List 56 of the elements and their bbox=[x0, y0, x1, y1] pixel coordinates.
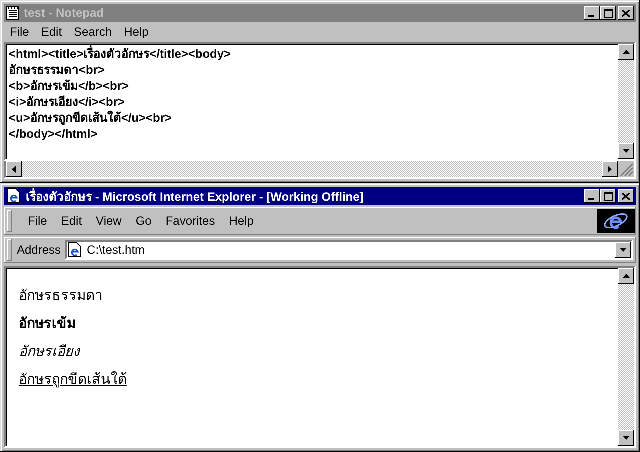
code-line: </body></html> bbox=[9, 126, 99, 142]
page-text: อักษรเข้ม bbox=[19, 316, 76, 332]
down-arrow-icon bbox=[622, 149, 630, 153]
right-arrow-icon bbox=[608, 166, 612, 172]
down-arrow-icon bbox=[622, 436, 630, 440]
left-arrow-icon bbox=[12, 166, 16, 172]
maximize-icon bbox=[604, 192, 612, 200]
menu-item[interactable]: Favorites bbox=[158, 214, 222, 228]
menu-item[interactable]: File bbox=[4, 25, 36, 39]
scroll-up-button[interactable] bbox=[618, 44, 634, 60]
code-line: อักษรธรรมดา<br> bbox=[9, 62, 106, 78]
page-text: อักษรเอียง bbox=[19, 344, 80, 360]
caret-icon bbox=[620, 248, 626, 252]
scroll-down-button[interactable] bbox=[618, 430, 634, 446]
horizontal-scrollbar[interactable] bbox=[6, 161, 618, 177]
minimize-button[interactable] bbox=[584, 6, 600, 20]
close-button[interactable] bbox=[618, 6, 634, 20]
dropdown-button[interactable] bbox=[615, 242, 631, 258]
scroll-up-button[interactable] bbox=[618, 268, 634, 284]
address-field[interactable]: C:\test.htm bbox=[65, 240, 633, 260]
document-icon bbox=[67, 242, 84, 258]
address-label: Address bbox=[16, 243, 62, 257]
maximize-icon bbox=[604, 8, 612, 18]
menu-item[interactable]: Help bbox=[118, 25, 155, 39]
scroll-down-button[interactable] bbox=[618, 143, 634, 159]
scroll-right-button[interactable] bbox=[602, 161, 618, 177]
menu-item[interactable]: Go bbox=[128, 214, 159, 228]
menu-item[interactable]: Search bbox=[68, 25, 118, 39]
menu-item[interactable]: Help bbox=[222, 214, 261, 228]
menu-item[interactable]: Edit bbox=[54, 214, 90, 228]
notepad-icon bbox=[6, 5, 20, 21]
maximize-button[interactable] bbox=[600, 6, 616, 20]
menu-item[interactable]: View bbox=[89, 214, 129, 228]
close-button[interactable] bbox=[618, 189, 634, 203]
document-icon bbox=[6, 188, 22, 204]
minimize-button[interactable] bbox=[584, 189, 600, 203]
text-editor[interactable]: <html><title>เรื่องตัวอักษร</title><body> อักษรธรรมดา<br> <b>อักษรเข้ม</b><br> <i>อักษรเอียง</i><br> <u>อักษรถูกขีดเส้นใต้</u><br> </body></html> bbox=[4, 42, 636, 161]
menu-item[interactable]: File bbox=[21, 214, 54, 228]
close-icon bbox=[622, 10, 630, 16]
resize-grip-icon[interactable] bbox=[618, 161, 634, 177]
up-arrow-icon bbox=[622, 50, 630, 54]
page-text: อักษรถูกขีดเส้นใต้ bbox=[19, 372, 127, 388]
up-arrow-icon bbox=[622, 274, 630, 278]
close-icon bbox=[622, 192, 630, 200]
code-line: <html><title>เรื่องตัวอักษร</title><body> bbox=[9, 46, 232, 62]
code-line: <b>อักษรเข้ม</b><br> bbox=[9, 78, 130, 94]
vertical-scrollbar[interactable] bbox=[618, 44, 634, 159]
code-line: <u>อักษรถูกขีดเส้นใต้</u><br> bbox=[9, 110, 174, 126]
window-title: test - Notepad bbox=[24, 6, 106, 20]
menu-item[interactable]: Edit bbox=[35, 25, 68, 39]
window-title: เรื่องตัวอักษร - Microsoft Internet Explorer - [Working Offline] bbox=[26, 187, 365, 206]
code-line: <i>อักษรเอียง</i><br> bbox=[9, 94, 126, 110]
scroll-left-button[interactable] bbox=[6, 161, 22, 177]
maximize-button[interactable] bbox=[600, 189, 616, 203]
page-text: อักษรธรรมดา bbox=[19, 288, 103, 304]
vertical-scrollbar[interactable] bbox=[618, 268, 634, 446]
